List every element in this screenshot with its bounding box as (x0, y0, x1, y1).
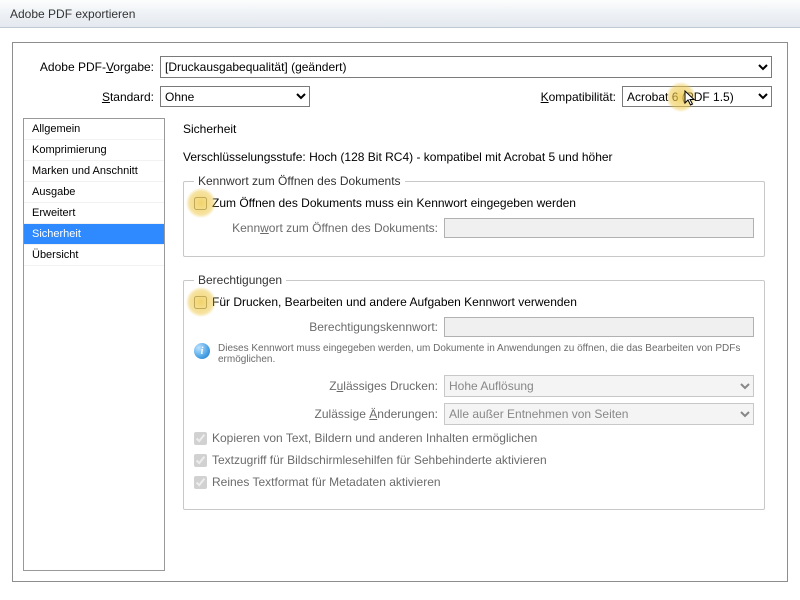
security-panel: Sicherheit Verschlüsselungsstufe: Hoch (… (165, 118, 777, 571)
standard-label: Standard: (28, 90, 160, 104)
open-password-field-row: Kennwort zum Öffnen des Dokuments: (194, 218, 754, 238)
plaintext-metadata-label: Reines Textformat für Metadaten aktivier… (212, 475, 441, 489)
open-password-field[interactable] (444, 218, 754, 238)
sidebar-item-marken[interactable]: Marken und Anschnitt (24, 161, 164, 182)
sidebar-item-ausgabe[interactable]: Ausgabe (24, 182, 164, 203)
open-password-checkbox-row: Zum Öffnen des Dokuments muss ein Kennwo… (194, 196, 754, 210)
sidebar: Allgemein Komprimierung Marken und Ansch… (23, 118, 165, 571)
print-allowed-label: Zulässiges Drucken: (194, 379, 444, 393)
panel-title: Sicherheit (183, 122, 765, 136)
standard-compat-row: Standard: Ohne Kompatibilität: Acrobat 6… (28, 86, 772, 107)
changes-allowed-label: Zulässige Änderungen: (194, 407, 444, 421)
sidebar-item-sicherheit[interactable]: Sicherheit (24, 224, 164, 245)
sidebar-item-uebersicht[interactable]: Übersicht (24, 245, 164, 266)
sidebar-item-komprimierung[interactable]: Komprimierung (24, 140, 164, 161)
open-password-checkbox[interactable] (194, 197, 207, 210)
encryption-level: Verschlüsselungsstufe: Hoch (128 Bit RC4… (183, 150, 765, 164)
changes-allowed-select[interactable]: Alle außer Entnehmen von Seiten (444, 403, 754, 425)
allow-copy-label: Kopieren von Text, Bildern und anderen I… (212, 431, 537, 445)
perm-password-checkbox-row: Für Drucken, Bearbeiten und andere Aufga… (194, 295, 754, 309)
perm-info-text: Dieses Kennwort muss eingegeben werden, … (218, 343, 754, 365)
preset-row: Adobe PDF-Vorgabe: [Druckausgabequalität… (28, 56, 772, 78)
allow-screenreader-label: Textzugriff für Bildschirmlesehilfen für… (212, 453, 547, 467)
perm-password-checkbox[interactable] (194, 296, 207, 309)
compat-label: Kompatibilität: (541, 90, 622, 104)
preset-select[interactable]: [Druckausgabequalität] (geändert) (160, 56, 772, 78)
perm-password-field[interactable] (444, 317, 754, 337)
open-password-label: Kennwort zum Öffnen des Dokuments: (194, 221, 444, 235)
title-bar: Adobe PDF exportieren (0, 0, 800, 28)
open-password-group: Kennwort zum Öffnen des Dokuments Zum Öf… (183, 174, 765, 257)
open-password-checkbox-label: Zum Öffnen des Dokuments muss ein Kennwo… (212, 196, 576, 210)
window-title: Adobe PDF exportieren (10, 7, 135, 21)
open-group-legend: Kennwort zum Öffnen des Dokuments (194, 174, 405, 188)
perm-password-checkbox-label: Für Drucken, Bearbeiten und andere Aufga… (212, 295, 577, 309)
compat-select[interactable]: Acrobat 6 (PDF 1.5) (622, 86, 772, 107)
permissions-group: Berechtigungen Für Drucken, Bearbeiten u… (183, 273, 765, 510)
perm-group-legend: Berechtigungen (194, 273, 286, 287)
perm-info-row: Dieses Kennwort muss eingegeben werden, … (194, 343, 754, 365)
perm-password-field-row: Berechtigungskennwort: (194, 317, 754, 337)
allow-copy-checkbox[interactable] (194, 432, 207, 445)
preset-label: Adobe PDF-Vorgabe: (28, 60, 160, 74)
sidebar-item-erweitert[interactable]: Erweitert (24, 203, 164, 224)
print-allowed-select[interactable]: Hohe Auflösung (444, 375, 754, 397)
sidebar-item-allgemein[interactable]: Allgemein (24, 119, 164, 140)
plaintext-metadata-checkbox[interactable] (194, 476, 207, 489)
perm-password-label: Berechtigungskennwort: (194, 320, 444, 334)
changes-allowed-row: Zulässige Änderungen: Alle außer Entnehm… (194, 403, 754, 425)
allow-screenreader-checkbox[interactable] (194, 454, 207, 467)
header-area: Adobe PDF-Vorgabe: [Druckausgabequalität… (18, 48, 782, 121)
print-allowed-row: Zulässiges Drucken: Hohe Auflösung (194, 375, 754, 397)
dialog-panel: Adobe PDF-Vorgabe: [Druckausgabequalität… (12, 42, 788, 582)
standard-select[interactable]: Ohne (160, 86, 310, 107)
perm-limits-list: Kopieren von Text, Bildern und anderen I… (194, 431, 754, 489)
info-icon (194, 343, 210, 359)
